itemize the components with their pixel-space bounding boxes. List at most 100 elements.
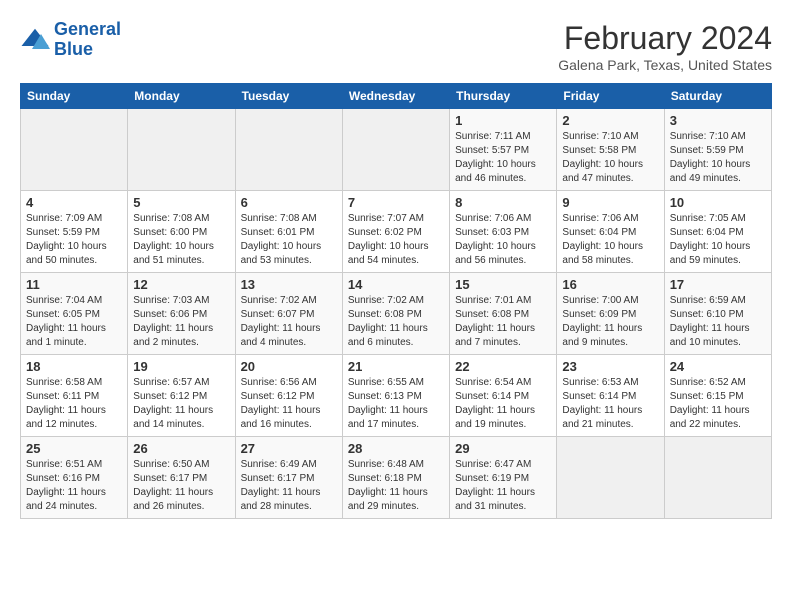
calendar-day: 1 Sunrise: 7:11 AM Sunset: 5:57 PM Daylig… bbox=[450, 109, 557, 191]
page-subtitle: Galena Park, Texas, United States bbox=[558, 57, 772, 73]
day-info: Sunrise: 6:57 AM Sunset: 6:12 PM Dayligh… bbox=[133, 376, 229, 432]
weekday-header: Tuesday bbox=[235, 84, 342, 109]
day-info: Sunrise: 6:52 AM Sunset: 6:15 PM Dayligh… bbox=[670, 376, 766, 432]
calendar-day bbox=[235, 109, 342, 191]
calendar-day bbox=[342, 109, 449, 191]
day-number: 19 bbox=[133, 359, 229, 374]
day-number: 5 bbox=[133, 195, 229, 210]
calendar-day: 17 Sunrise: 6:59 AM Sunset: 6:10 PM Dayli… bbox=[664, 273, 771, 355]
day-number: 14 bbox=[348, 277, 444, 292]
day-number: 28 bbox=[348, 441, 444, 456]
page-title: February 2024 bbox=[558, 20, 772, 57]
day-number: 26 bbox=[133, 441, 229, 456]
day-number: 4 bbox=[26, 195, 122, 210]
calendar-day: 15 Sunrise: 7:01 AM Sunset: 6:08 PM Dayli… bbox=[450, 273, 557, 355]
day-info: Sunrise: 7:02 AM Sunset: 6:07 PM Dayligh… bbox=[241, 294, 337, 350]
logo-blue: Blue bbox=[54, 40, 121, 60]
weekday-header: Monday bbox=[128, 84, 235, 109]
calendar-day bbox=[21, 109, 128, 191]
day-info: Sunrise: 7:01 AM Sunset: 6:08 PM Dayligh… bbox=[455, 294, 551, 350]
day-info: Sunrise: 6:51 AM Sunset: 6:16 PM Dayligh… bbox=[26, 458, 122, 514]
calendar-day: 21Sunrise: 6:55 AM Sunset: 6:13 PM Dayli… bbox=[342, 355, 449, 437]
calendar-header: SundayMondayTuesdayWednesdayThursdayFrid… bbox=[21, 84, 772, 109]
weekday-header: Friday bbox=[557, 84, 664, 109]
calendar-body: 1 Sunrise: 7:11 AM Sunset: 5:57 PM Daylig… bbox=[21, 109, 772, 519]
calendar-day: 26 Sunrise: 6:50 AM Sunset: 6:17 PM Dayli… bbox=[128, 437, 235, 519]
day-number: 22 bbox=[455, 359, 551, 374]
day-info: Sunrise: 7:00 AM Sunset: 6:09 PM Dayligh… bbox=[562, 294, 658, 350]
day-info: Sunrise: 7:10 AM Sunset: 5:59 PM Dayligh… bbox=[670, 130, 766, 186]
calendar-day: 22 Sunrise: 6:54 AM Sunset: 6:14 PM Dayli… bbox=[450, 355, 557, 437]
day-number: 8 bbox=[455, 195, 551, 210]
calendar-day: 7 Sunrise: 7:07 AM Sunset: 6:02 PM Daylig… bbox=[342, 191, 449, 273]
day-number: 29 bbox=[455, 441, 551, 456]
day-number: 25 bbox=[26, 441, 122, 456]
calendar-day: 3 Sunrise: 7:10 AM Sunset: 5:59 PM Daylig… bbox=[664, 109, 771, 191]
day-info: Sunrise: 6:53 AM Sunset: 6:14 PM Dayligh… bbox=[562, 376, 658, 432]
calendar-day: 11Sunrise: 7:04 AM Sunset: 6:05 PM Dayli… bbox=[21, 273, 128, 355]
calendar-day bbox=[557, 437, 664, 519]
logo-icon bbox=[20, 25, 50, 55]
day-info: Sunrise: 6:59 AM Sunset: 6:10 PM Dayligh… bbox=[670, 294, 766, 350]
day-info: Sunrise: 7:07 AM Sunset: 6:02 PM Dayligh… bbox=[348, 212, 444, 268]
logo-general: General bbox=[54, 20, 121, 40]
day-number: 23 bbox=[562, 359, 658, 374]
title-section: February 2024 Galena Park, Texas, United… bbox=[558, 20, 772, 73]
day-info: Sunrise: 7:10 AM Sunset: 5:58 PM Dayligh… bbox=[562, 130, 658, 186]
calendar-day: 27Sunrise: 6:49 AM Sunset: 6:17 PM Dayli… bbox=[235, 437, 342, 519]
day-number: 7 bbox=[348, 195, 444, 210]
calendar-week: 25 Sunrise: 6:51 AM Sunset: 6:16 PM Dayli… bbox=[21, 437, 772, 519]
weekday-header: Saturday bbox=[664, 84, 771, 109]
calendar-day: 6 Sunrise: 7:08 AM Sunset: 6:01 PM Daylig… bbox=[235, 191, 342, 273]
logo: General Blue bbox=[20, 20, 121, 60]
day-info: Sunrise: 6:48 AM Sunset: 6:18 PM Dayligh… bbox=[348, 458, 444, 514]
day-number: 10 bbox=[670, 195, 766, 210]
day-number: 9 bbox=[562, 195, 658, 210]
calendar-day: 10 Sunrise: 7:05 AM Sunset: 6:04 PM Dayli… bbox=[664, 191, 771, 273]
calendar-table: SundayMondayTuesdayWednesdayThursdayFrid… bbox=[20, 83, 772, 519]
weekday-header: Wednesday bbox=[342, 84, 449, 109]
weekday-header: Sunday bbox=[21, 84, 128, 109]
day-info: Sunrise: 7:11 AM Sunset: 5:57 PM Dayligh… bbox=[455, 130, 551, 186]
calendar-day: 5 Sunrise: 7:08 AM Sunset: 6:00 PM Daylig… bbox=[128, 191, 235, 273]
calendar-day: 4 Sunrise: 7:09 AM Sunset: 5:59 PM Daylig… bbox=[21, 191, 128, 273]
calendar-day: 2Sunrise: 7:10 AM Sunset: 5:58 PM Daylig… bbox=[557, 109, 664, 191]
day-number: 12 bbox=[133, 277, 229, 292]
day-info: Sunrise: 7:09 AM Sunset: 5:59 PM Dayligh… bbox=[26, 212, 122, 268]
day-number: 17 bbox=[670, 277, 766, 292]
calendar-day bbox=[128, 109, 235, 191]
day-info: Sunrise: 7:02 AM Sunset: 6:08 PM Dayligh… bbox=[348, 294, 444, 350]
day-info: Sunrise: 6:49 AM Sunset: 6:17 PM Dayligh… bbox=[241, 458, 337, 514]
day-number: 15 bbox=[455, 277, 551, 292]
day-info: Sunrise: 7:08 AM Sunset: 6:00 PM Dayligh… bbox=[133, 212, 229, 268]
calendar-day: 9Sunrise: 7:06 AM Sunset: 6:04 PM Daylig… bbox=[557, 191, 664, 273]
day-number: 6 bbox=[241, 195, 337, 210]
calendar-day: 12 Sunrise: 7:03 AM Sunset: 6:06 PM Dayli… bbox=[128, 273, 235, 355]
calendar-day: 8 Sunrise: 7:06 AM Sunset: 6:03 PM Daylig… bbox=[450, 191, 557, 273]
header: General Blue February 2024 Galena Park, … bbox=[20, 20, 772, 73]
day-info: Sunrise: 6:47 AM Sunset: 6:19 PM Dayligh… bbox=[455, 458, 551, 514]
day-number: 13 bbox=[241, 277, 337, 292]
day-number: 16 bbox=[562, 277, 658, 292]
day-number: 24 bbox=[670, 359, 766, 374]
day-info: Sunrise: 6:54 AM Sunset: 6:14 PM Dayligh… bbox=[455, 376, 551, 432]
day-info: Sunrise: 7:06 AM Sunset: 6:03 PM Dayligh… bbox=[455, 212, 551, 268]
day-number: 20 bbox=[241, 359, 337, 374]
calendar-day: 18Sunrise: 6:58 AM Sunset: 6:11 PM Dayli… bbox=[21, 355, 128, 437]
weekday-header: Thursday bbox=[450, 84, 557, 109]
day-info: Sunrise: 7:04 AM Sunset: 6:05 PM Dayligh… bbox=[26, 294, 122, 350]
day-info: Sunrise: 7:05 AM Sunset: 6:04 PM Dayligh… bbox=[670, 212, 766, 268]
calendar-day: 20Sunrise: 6:56 AM Sunset: 6:12 PM Dayli… bbox=[235, 355, 342, 437]
calendar-week: 1 Sunrise: 7:11 AM Sunset: 5:57 PM Daylig… bbox=[21, 109, 772, 191]
calendar-week: 11Sunrise: 7:04 AM Sunset: 6:05 PM Dayli… bbox=[21, 273, 772, 355]
calendar-day: 19 Sunrise: 6:57 AM Sunset: 6:12 PM Dayli… bbox=[128, 355, 235, 437]
calendar-day: 16 Sunrise: 7:00 AM Sunset: 6:09 PM Dayli… bbox=[557, 273, 664, 355]
day-info: Sunrise: 7:03 AM Sunset: 6:06 PM Dayligh… bbox=[133, 294, 229, 350]
day-number: 3 bbox=[670, 113, 766, 128]
calendar-day: 23 Sunrise: 6:53 AM Sunset: 6:14 PM Dayli… bbox=[557, 355, 664, 437]
day-number: 1 bbox=[455, 113, 551, 128]
day-info: Sunrise: 7:08 AM Sunset: 6:01 PM Dayligh… bbox=[241, 212, 337, 268]
calendar-day: 14 Sunrise: 7:02 AM Sunset: 6:08 PM Dayli… bbox=[342, 273, 449, 355]
day-info: Sunrise: 6:55 AM Sunset: 6:13 PM Dayligh… bbox=[348, 376, 444, 432]
day-info: Sunrise: 6:50 AM Sunset: 6:17 PM Dayligh… bbox=[133, 458, 229, 514]
